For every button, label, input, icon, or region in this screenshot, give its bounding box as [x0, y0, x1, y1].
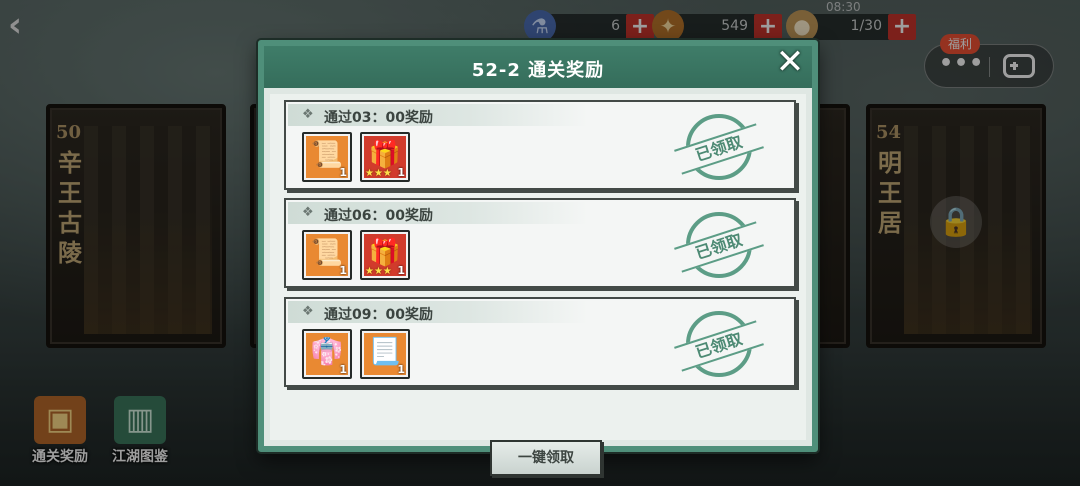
reward-item-scroll[interactable]: 📜 1: [302, 132, 352, 182]
reward-row: ❖ 通过06：00奖励 📜 1 🎁 ★★★ 1 已领取: [284, 198, 796, 288]
claimed-stamp-text: 已领取: [674, 320, 764, 372]
reward-item-chest[interactable]: 🎁 ★★★ 1: [360, 132, 410, 182]
reward-row-label: 通过03：00奖励: [324, 110, 433, 126]
reward-item-scroll[interactable]: 📜 1: [302, 230, 352, 280]
reward-row-header: ❖ 通过09：00奖励: [288, 301, 588, 323]
reward-item-robe[interactable]: 👘 1: [302, 329, 352, 379]
item-quantity: 1: [339, 363, 347, 376]
item-quantity: 1: [397, 363, 405, 376]
claimed-stamp: 已领取: [674, 212, 764, 278]
item-quantity: 1: [339, 264, 347, 277]
item-quantity: 1: [397, 166, 405, 179]
reward-item-chest[interactable]: 🎁 ★★★ 1: [360, 230, 410, 280]
claim-all-button[interactable]: 一键领取: [490, 440, 602, 476]
reward-item-manual[interactable]: 📃 1: [360, 329, 410, 379]
modal-header: 52-2 通关奖励: [264, 46, 812, 88]
reward-row: ❖ 通过09：00奖励 👘 1 📃 1 已领取: [284, 297, 796, 387]
item-stars: ★★★: [365, 266, 392, 277]
item-stars: ★★★: [365, 168, 392, 179]
modal-title: 52-2 通关奖励: [471, 60, 605, 81]
reward-row-label: 通过09：00奖励: [324, 307, 433, 323]
close-icon[interactable]: ✕: [772, 44, 808, 80]
item-quantity: 1: [339, 166, 347, 179]
diamond-bullet-icon: ❖: [302, 205, 314, 220]
reward-row-label: 通过06：00奖励: [324, 208, 433, 224]
reward-row: ❖ 通过03：00奖励 📜 1 🎁 ★★★ 1 已领取: [284, 100, 796, 190]
clear-reward-modal: 52-2 通关奖励 ✕ ❖ 通过03：00奖励 📜 1 🎁 ★★★ 1 已领取: [258, 40, 818, 476]
reward-row-header: ❖ 通过06：00奖励: [288, 202, 588, 224]
modal-body: ❖ 通过03：00奖励 📜 1 🎁 ★★★ 1 已领取 ❖ 通过06：00奖励: [270, 94, 806, 476]
claimed-stamp-text: 已领取: [674, 221, 764, 273]
diamond-bullet-icon: ❖: [302, 304, 314, 319]
claimed-stamp: 已领取: [674, 114, 764, 180]
diamond-bullet-icon: ❖: [302, 107, 314, 122]
claimed-stamp-text: 已领取: [674, 123, 764, 175]
item-quantity: 1: [397, 264, 405, 277]
reward-row-header: ❖ 通过03：00奖励: [288, 104, 588, 126]
claimed-stamp: 已领取: [674, 311, 764, 377]
